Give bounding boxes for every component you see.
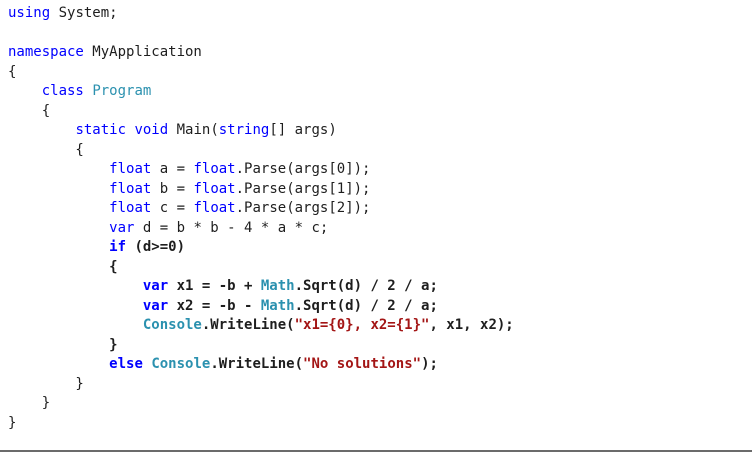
code-text: }: [8, 336, 118, 353]
string-token: "x1={0}, x2={1}": [294, 317, 430, 333]
code-line: using System;: [8, 4, 514, 24]
code-listing[interactable]: using System; namespace MyApplication{ c…: [8, 4, 514, 433]
keyword-token: float: [193, 161, 236, 177]
type-token: Console: [151, 356, 211, 372]
code-text: .WriteLine(: [201, 317, 295, 333]
keyword-token: var: [109, 219, 135, 236]
code-line: }: [8, 375, 514, 395]
code-text: );: [421, 356, 438, 372]
code-line: else Console.WriteLine("No solutions");: [8, 355, 514, 375]
keyword-token: if: [109, 239, 127, 255]
type-token: Math: [260, 278, 295, 294]
code-line: static void Main(string[] args): [8, 121, 514, 141]
code-line: float c = float.Parse(args[2]);: [8, 199, 514, 219]
keyword-token: var: [142, 297, 169, 314]
code-text: {: [8, 141, 84, 158]
code-text: }: [8, 375, 84, 392]
code-text: .Parse(args[0]);: [235, 161, 371, 177]
code-text: System;: [50, 5, 118, 21]
code-text: }: [8, 395, 51, 411]
code-text: , x1, x2);: [429, 317, 514, 333]
code-text: .Parse(args[2]);: [235, 200, 371, 216]
code-text: .Sqrt(d) / 2 / a;: [294, 278, 438, 294]
type-token: Math: [260, 297, 295, 314]
code-line: }: [8, 336, 514, 356]
code-line: {: [8, 63, 514, 83]
keyword-token: float: [109, 180, 152, 197]
type-token: Program: [92, 83, 152, 99]
code-line: {: [8, 102, 514, 122]
code-text: {: [8, 63, 17, 80]
code-line: var x2 = -b - Math.Sqrt(d) / 2 / a;: [8, 297, 514, 317]
code-text: (d>=0): [126, 239, 186, 255]
string-token: "No solutions": [303, 356, 422, 372]
code-text: b =: [151, 180, 194, 197]
code-text: }: [8, 414, 17, 431]
code-text: {: [8, 102, 51, 119]
code-line: {: [8, 258, 514, 278]
code-editor[interactable]: using System; namespace MyApplication{ c…: [0, 0, 752, 452]
keyword-token: string: [218, 122, 270, 138]
keyword-token: float: [193, 200, 236, 216]
code-text: a =: [151, 161, 194, 177]
keyword-token: float: [193, 180, 236, 197]
code-text: x2 = -b -: [168, 297, 261, 314]
code-text: c =: [151, 200, 194, 216]
code-text: .WriteLine(: [210, 356, 304, 372]
code-text: MyApplication: [83, 44, 202, 60]
keyword-token: var: [142, 278, 169, 294]
code-text: d = b * b - 4 * a * c;: [134, 219, 329, 236]
code-line: Console.WriteLine("x1={0}, x2={1}", x1, …: [8, 316, 514, 336]
code-text: .Sqrt(d) / 2 / a;: [294, 297, 438, 314]
code-line: float a = float.Parse(args[0]);: [8, 160, 514, 180]
code-line: }: [8, 414, 514, 434]
code-text: .Parse(args[1]);: [235, 180, 371, 197]
keyword-token: namespace: [8, 44, 84, 60]
code-text: [] args): [269, 122, 337, 138]
keyword-token: using: [8, 5, 51, 21]
code-line: if (d>=0): [8, 238, 514, 258]
code-line: namespace MyApplication: [8, 43, 514, 63]
keyword-token: class: [41, 83, 84, 99]
code-text: Main(: [168, 122, 219, 138]
keyword-token: void: [134, 122, 169, 138]
type-token: Console: [142, 317, 202, 333]
keyword-token: else: [109, 356, 143, 372]
code-line: }: [8, 394, 514, 414]
code-line: var x1 = -b + Math.Sqrt(d) / 2 / a;: [8, 277, 514, 297]
keyword-token: float: [109, 161, 152, 177]
keyword-token: static: [75, 122, 127, 138]
code-line: float b = float.Parse(args[1]);: [8, 180, 514, 200]
code-line: class Program: [8, 82, 514, 102]
code-text: {: [8, 258, 118, 275]
code-text: x1 = -b +: [168, 278, 261, 294]
code-line: var d = b * b - 4 * a * c;: [8, 219, 514, 239]
keyword-token: float: [109, 200, 152, 216]
code-line: {: [8, 141, 514, 161]
